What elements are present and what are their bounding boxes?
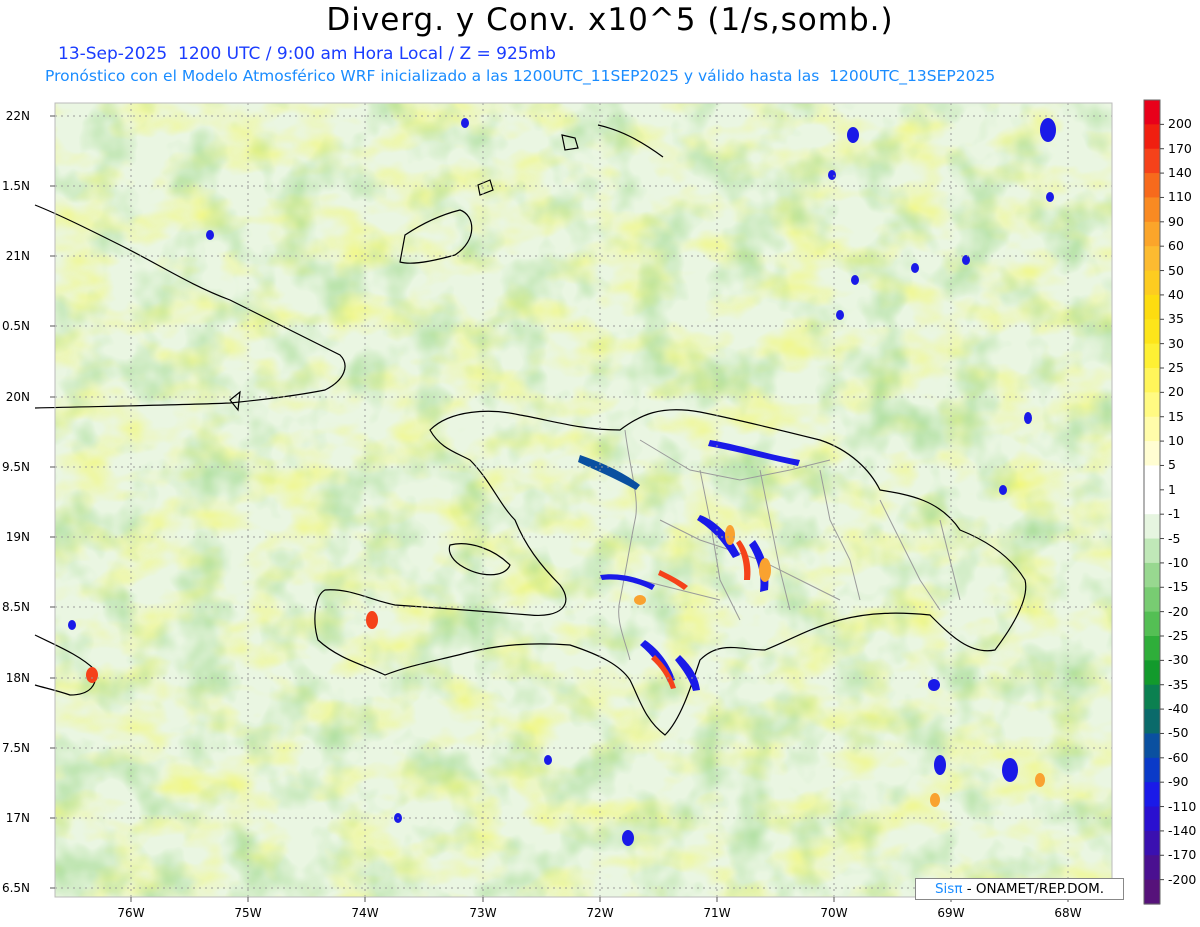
lat-label: 1.5N: [1, 179, 30, 193]
colorbar-swatch: [1144, 221, 1160, 247]
colorbar-swatch: [1144, 709, 1160, 735]
lat-label: 6.5N: [1, 881, 30, 895]
colorbar-swatch: [1144, 879, 1160, 905]
colorbar-swatch: [1144, 660, 1160, 686]
lon-label: 73W: [469, 906, 497, 920]
colorbar-label: -10: [1168, 554, 1189, 570]
colorbar-swatch: [1144, 684, 1160, 710]
lon-label: 70W: [820, 906, 848, 920]
colorbar: [1143, 99, 1164, 905]
lon-label: 68W: [1054, 906, 1082, 920]
colorbar-swatch: [1144, 124, 1160, 150]
colorbar-swatch: [1144, 636, 1160, 661]
colorbar-label: 50: [1168, 262, 1184, 278]
colorbar-label: 10: [1168, 433, 1184, 449]
lon-label: 74W: [351, 906, 379, 920]
colorbar-swatch: [1144, 587, 1160, 613]
colorbar-label: -25: [1168, 628, 1189, 643]
colorbar-swatch: [1144, 489, 1160, 515]
colorbar-label: 200: [1168, 116, 1192, 132]
lat-label: 20N: [5, 390, 30, 404]
colorbar-label: -1: [1168, 506, 1181, 522]
lon-label: 75W: [234, 906, 262, 920]
colorbar-label: -5: [1168, 530, 1181, 546]
colorbar-swatch: [1144, 246, 1160, 272]
lat-label: 19N: [5, 530, 30, 544]
colorbar-label: 170: [1168, 140, 1192, 156]
lon-label: 76W: [117, 906, 145, 920]
lat-label: 22N: [5, 109, 30, 123]
colorbar-swatch: [1144, 343, 1160, 369]
colorbar-label: 60: [1168, 238, 1184, 254]
colorbar-swatch: [1144, 441, 1160, 467]
credit-box: Sisπ - ONAMET/REP.DOM.: [915, 878, 1124, 900]
colorbar-label: -15: [1168, 579, 1189, 595]
colorbar-swatch: [1144, 465, 1160, 491]
colorbar-swatch: [1144, 148, 1160, 174]
colorbar-swatch: [1144, 830, 1160, 856]
colorbar-swatch: [1144, 562, 1160, 588]
colorbar-label: 90: [1168, 213, 1184, 229]
colorbar-swatch: [1144, 757, 1160, 783]
colorbar-label: 40: [1168, 286, 1184, 302]
colorbar-label: 35: [1168, 311, 1184, 327]
credit-prefix: Sis: [934, 881, 955, 897]
colorbar-swatch: [1144, 392, 1160, 418]
lat-label: 7.5N: [1, 741, 30, 755]
lat-label: 8.5N: [1, 600, 30, 614]
colorbar-swatch: [1144, 173, 1160, 199]
colorbar-label: 140: [1168, 165, 1192, 181]
colorbar-swatch: [1144, 368, 1160, 393]
colorbar-label: -50: [1168, 725, 1189, 741]
colorbar-swatch: [1144, 197, 1160, 223]
colorbar-label: 25: [1168, 360, 1184, 375]
colorbar-label: 1: [1168, 481, 1176, 497]
lon-label: 71W: [703, 906, 731, 920]
colorbar-swatch: [1144, 782, 1160, 808]
colorbar-label: -40: [1168, 701, 1189, 717]
colorbar-label: -110: [1168, 798, 1197, 814]
colorbar-label: -30: [1168, 652, 1189, 668]
divergence-map: [34, 99, 1164, 905]
colorbar-swatch: [1144, 270, 1160, 296]
colorbar-label: -200: [1168, 871, 1197, 887]
colorbar-label: -35: [1168, 676, 1189, 692]
colorbar-label: 5: [1168, 457, 1176, 473]
colorbar-swatch: [1144, 806, 1160, 832]
colorbar-swatch: [1144, 733, 1160, 759]
colorbar-swatch: [1144, 855, 1160, 881]
colorbar-swatch: [1144, 514, 1160, 540]
colorbar-swatch: [1144, 538, 1160, 564]
colorbar-swatch: [1144, 294, 1160, 320]
lat-label: 18N: [5, 671, 30, 685]
colorbar-swatch: [1144, 319, 1160, 345]
colorbar-swatch: [1144, 100, 1160, 125]
lat-label: 9.5N: [1, 460, 30, 474]
colorbar-label: -60: [1168, 749, 1189, 765]
colorbar-swatch: [1144, 416, 1160, 442]
lat-label: 0.5N: [1, 319, 30, 333]
colorbar-label: 20: [1168, 384, 1184, 400]
lon-label: 69W: [937, 906, 965, 920]
colorbar-swatch: [1144, 611, 1160, 637]
colorbar-label: -20: [1168, 603, 1189, 619]
colorbar-label: 15: [1168, 408, 1184, 424]
lon-label: 72W: [586, 906, 614, 920]
colorbar-label: -140: [1168, 822, 1197, 838]
lat-label: 17N: [5, 811, 30, 825]
colorbar-label: -170: [1168, 847, 1197, 863]
lat-label: 21N: [5, 249, 30, 263]
colorbar-label: -90: [1168, 774, 1189, 790]
colorbar-label: 30: [1168, 335, 1184, 351]
colorbar-label: 110: [1168, 189, 1192, 205]
credit-suffix: - ONAMET/REP.DOM.: [962, 881, 1105, 897]
